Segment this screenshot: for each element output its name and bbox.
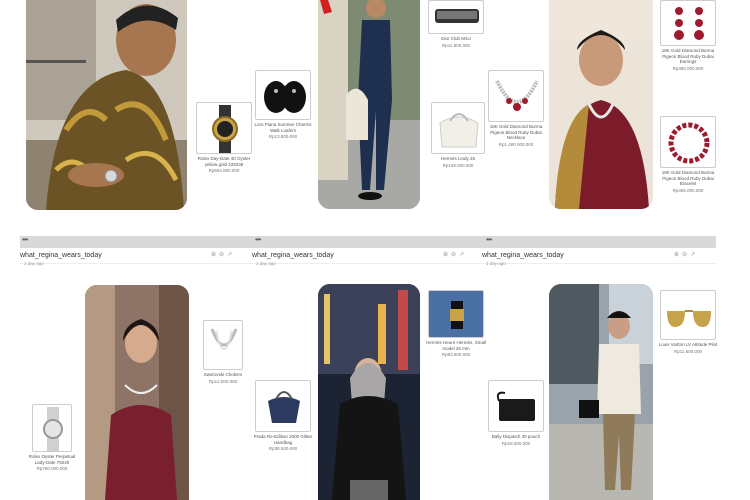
- more-dots-icon[interactable]: •••: [255, 235, 261, 244]
- item-name: Swarovski Chokers: [203, 372, 243, 377]
- item-name: Hermès Heure Hermès, Small model 25 mm: [426, 340, 487, 351]
- zoom-in-icon[interactable]: ⊕: [443, 252, 451, 258]
- item-price: Rp750.000.000: [36, 466, 68, 471]
- item-price: Rp38.500.000: [268, 446, 298, 451]
- official-portrait-photo: [26, 0, 187, 210]
- item-price: Rp18.000.000: [501, 440, 531, 446]
- share-icon[interactable]: ↗: [690, 252, 698, 258]
- item-price: Rp684.800.000: [208, 168, 240, 173]
- hijab-outfit-photo: [318, 284, 420, 500]
- share-icon[interactable]: ↗: [459, 252, 467, 258]
- choker-thumbnail[interactable]: [203, 320, 243, 370]
- address-sub: 1 day ago: [256, 261, 276, 266]
- ruby-earrings-item: 18K Gold Diamond Burma Pigeon Blood Ruby…: [658, 0, 718, 71]
- item-price: Rp13.800.000: [268, 134, 298, 139]
- prada-bag-item: Prada Re-Edition 2000 Glitter Handbag Rp…: [253, 380, 313, 452]
- item-name: 18K Gold Diamond Burma Pigeon Blood Ruby…: [661, 48, 715, 64]
- red-outfit-photo: [549, 0, 653, 209]
- loafers-thumbnail[interactable]: [255, 70, 311, 120]
- hermes-watch-thumbnail[interactable]: [428, 290, 484, 338]
- toolbar-icons: ⊕⊖↗: [211, 251, 235, 258]
- hermes-watch-item: Hermès Heure Hermès, Small model 25 mm R…: [426, 290, 486, 358]
- dior-sunglasses-thumbnail[interactable]: [428, 0, 484, 34]
- lv-sunglasses-thumbnail[interactable]: [660, 290, 716, 340]
- item-price: Rp12.000.000: [208, 378, 238, 384]
- address-text: what_regina_wears_today: [252, 252, 334, 259]
- toolbar-icons: ⊕⊖↗: [674, 251, 698, 258]
- item-name: Hermès Lindy 26: [440, 156, 476, 161]
- item-price: Rp11.600.000: [674, 348, 702, 354]
- toolbar-icons: ⊕⊖↗: [443, 251, 467, 258]
- address-sub: 1 day ago: [24, 261, 44, 266]
- ruby-bracelet-item: 18K Gold Diamond Burma Pigeon Blood Ruby…: [658, 116, 718, 193]
- item-name: Dior Club M1U: [441, 36, 471, 41]
- zoom-out-icon[interactable]: ⊖: [451, 252, 459, 258]
- hermes-bag-item: Hermès Lindy 26 Rp159.000.000: [428, 102, 488, 168]
- item-price: Rp1.480.000.000: [498, 141, 534, 147]
- gown-outfit-photo: [85, 285, 189, 500]
- zoom-out-icon[interactable]: ⊖: [219, 252, 227, 258]
- more-dots-icon[interactable]: •••: [22, 235, 28, 244]
- lv-sunglasses-item: Louis Vuitton LV Attitude Pilot Rp11.600…: [658, 290, 718, 354]
- item-price: Rp11.800.000: [442, 42, 470, 48]
- denim-outfit-photo: [318, 0, 420, 209]
- more-dots-icon[interactable]: •••: [486, 235, 492, 244]
- rolex-watch-thumbnail[interactable]: [196, 102, 252, 154]
- share-icon[interactable]: ↗: [227, 252, 235, 258]
- item-name: Bally Dispatch 30 pouch: [491, 434, 541, 439]
- ruby-necklace-item: 18K Gold Diamond Burma Pigeon Blood Ruby…: [486, 70, 546, 147]
- item-name: Louis Vuitton LV Attitude Pilot: [658, 342, 718, 347]
- choker-item: Swarovski Chokers Rp12.000.000: [196, 320, 250, 384]
- item-price: Rp380.000.000: [672, 65, 704, 71]
- address-text: what_regina_wears_today: [20, 252, 102, 259]
- address-text: what_regina_wears_today: [482, 252, 564, 259]
- zoom-in-icon[interactable]: ⊕: [211, 252, 219, 258]
- ruby-bracelet-thumbnail[interactable]: [660, 116, 716, 168]
- item-name: 18K Gold Diamond Burma Pigeon Blood Ruby…: [661, 170, 715, 186]
- item-price: Rp159.000.000: [442, 162, 474, 168]
- lady-date-watch-item: Rolex Oyster Perpetual Lady-Date 79240 R…: [24, 404, 80, 472]
- item-name: 18K Gold Diamond Burma Pigeon Blood Ruby…: [489, 124, 543, 140]
- ruby-necklace-thumbnail[interactable]: [488, 70, 544, 122]
- prada-bag-thumbnail[interactable]: [255, 380, 311, 432]
- item-name: Rolex Oyster Perpetual Lady-Date 79240: [28, 454, 76, 465]
- lady-date-watch-thumbnail[interactable]: [32, 404, 72, 452]
- loafers-item: Loro Piana Summer Charms Walk Loafers Rp…: [253, 70, 313, 140]
- watch-item: Rolex Day-Date 40 Oyster yellow gold 228…: [194, 102, 254, 174]
- item-price: Rp83.600.000: [441, 352, 471, 357]
- hermes-bag-thumbnail[interactable]: [431, 102, 485, 154]
- address-sub: 1 day ago: [486, 261, 506, 266]
- bally-pouch-item: Bally Dispatch 30 pouch Rp18.000.000: [486, 380, 546, 446]
- sunglasses-item: Dior Club M1U Rp11.800.000: [426, 0, 486, 48]
- item-name: Loro Piana Summer Charms Walk Loafers: [254, 122, 312, 133]
- item-name: Prada Re-Edition 2000 Glitter Handbag: [253, 434, 313, 445]
- item-name: Rolex Day-Date 40 Oyster yellow gold 228…: [197, 156, 251, 167]
- browser-tab-bar: ••• ••• •••: [20, 235, 716, 248]
- zoom-out-icon[interactable]: ⊖: [682, 252, 690, 258]
- collage-page: Rolex Day-Date 40 Oyster yellow gold 228…: [0, 0, 750, 500]
- casual-man-photo: [549, 284, 653, 500]
- ruby-earrings-thumbnail[interactable]: [660, 0, 716, 46]
- bally-pouch-thumbnail[interactable]: [488, 380, 544, 432]
- zoom-in-icon[interactable]: ⊕: [674, 252, 682, 258]
- item-price: Rp485.000.000: [672, 187, 704, 193]
